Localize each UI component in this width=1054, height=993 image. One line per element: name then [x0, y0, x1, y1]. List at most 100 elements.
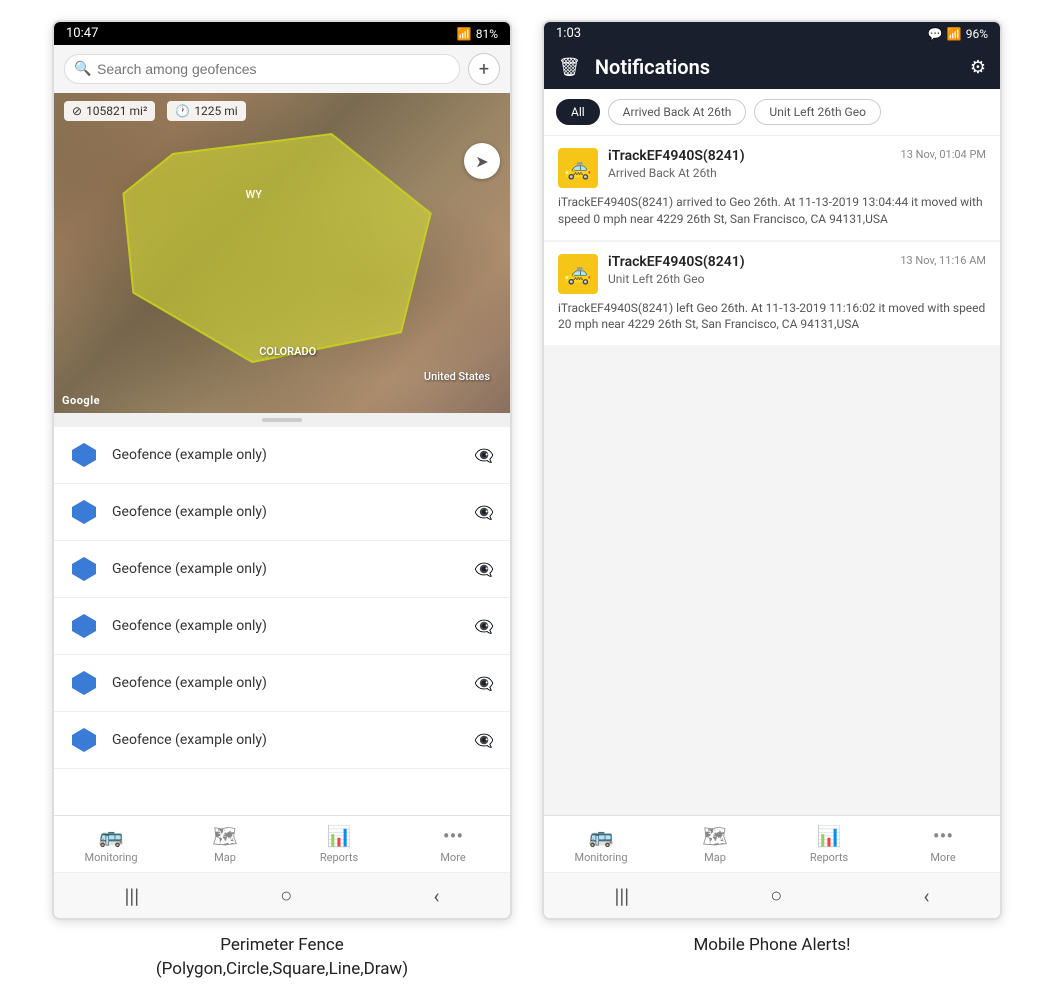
distance-icon: 🕐: [175, 104, 190, 118]
eye-icon-4[interactable]: 👁‍🗨: [474, 617, 494, 636]
car-avatar-1: 🚕: [558, 148, 598, 188]
notif-subtitle-1: Arrived Back At 26th: [608, 166, 986, 180]
right-map-icon: 🗺: [702, 824, 727, 848]
filter-tabs: All Arrived Back At 26th Unit Left 26th …: [544, 89, 1000, 136]
filter-arrived[interactable]: Arrived Back At 26th: [608, 99, 747, 125]
notifications-title: Notifications: [595, 55, 956, 79]
distance-value: 1225 mi: [194, 104, 237, 118]
right-home-bar-back[interactable]: ‹: [923, 884, 929, 908]
geofence-item-5[interactable]: Geofence (example only) 👁‍🗨: [54, 655, 510, 712]
monitoring-icon: 🚌: [99, 824, 124, 848]
right-map-label: Map: [704, 851, 726, 864]
wifi-icon: 📶: [457, 27, 472, 41]
geofence-icon-3: [70, 555, 98, 583]
left-home-bar: ||| ○ ‹: [54, 872, 510, 918]
eye-icon-6[interactable]: 👁‍🗨: [474, 731, 494, 750]
reports-label: Reports: [320, 851, 358, 864]
right-more-icon: •••: [933, 824, 953, 848]
geofence-icon-2: [70, 498, 98, 526]
notif-header-2: 🚕 iTrackEF4940S(8241) 13 Nov, 11:16 AM U…: [558, 254, 986, 294]
compass-button[interactable]: ➤: [464, 143, 500, 179]
right-nav-monitoring[interactable]: 🚌 Monitoring: [571, 824, 631, 864]
delete-icon[interactable]: 🗑: [558, 57, 581, 78]
eye-icon-5[interactable]: 👁‍🗨: [474, 674, 494, 693]
geofence-label-4: Geofence (example only): [112, 618, 460, 634]
right-time: 1:03: [556, 26, 581, 41]
empty-area: [544, 347, 1000, 547]
map-area[interactable]: ⊘ 105821 mi² 🕐 1225 mi ➤ WY COLORADO Uni…: [54, 93, 510, 413]
eye-icon-1[interactable]: 👁‍🗨: [474, 446, 494, 465]
geofence-icon-6: [70, 726, 98, 754]
notification-item-1[interactable]: 🚕 iTrackEF4940S(8241) 13 Nov, 01:04 PM A…: [544, 136, 1000, 240]
filter-all[interactable]: All: [556, 99, 600, 125]
distance-badge: 🕐 1225 mi: [167, 101, 245, 121]
wy-label: WY: [246, 188, 262, 201]
nav-reports[interactable]: 📊 Reports: [309, 824, 369, 864]
chat-icon: 💬: [928, 27, 943, 41]
right-phone-wrapper: 1:03 💬 📶 96% 🗑 Notifications ⚙ All Arriv…: [542, 20, 1002, 958]
search-icon: 🔍: [74, 61, 91, 77]
settings-icon[interactable]: ⚙: [970, 57, 986, 78]
geofence-list: Geofence (example only) 👁‍🗨 Geofence (ex…: [54, 427, 510, 815]
notif-subtitle-2: Unit Left 26th Geo: [608, 272, 986, 286]
right-home-bar: ||| ○ ‹: [544, 872, 1000, 918]
right-home-bar-menu[interactable]: |||: [615, 884, 630, 908]
right-phone: 1:03 💬 📶 96% 🗑 Notifications ⚙ All Arriv…: [542, 20, 1002, 920]
eye-icon-2[interactable]: 👁‍🗨: [474, 503, 494, 522]
map-label: Map: [214, 851, 236, 864]
geofence-item-6[interactable]: Geofence (example only) 👁‍🗨: [54, 712, 510, 769]
nav-monitoring[interactable]: 🚌 Monitoring: [81, 824, 141, 864]
notif-description-2: iTrackEF4940S(8241) left Geo 26th. At 11…: [558, 300, 986, 334]
search-bar-row: 🔍 +: [54, 45, 510, 93]
signal-icon: 📶: [947, 27, 962, 41]
right-nav-reports[interactable]: 📊 Reports: [799, 824, 859, 864]
add-button[interactable]: +: [468, 53, 500, 85]
timestamp-1: 13 Nov, 01:04 PM: [901, 148, 986, 161]
search-input[interactable]: [64, 54, 460, 84]
right-home-bar-circle[interactable]: ○: [770, 883, 782, 908]
geofence-label-2: Geofence (example only): [112, 504, 460, 520]
area-badge: ⊘ 105821 mi²: [64, 101, 155, 121]
right-monitoring-icon: 🚌: [589, 824, 614, 848]
map-info-overlay: ⊘ 105821 mi² 🕐 1225 mi: [64, 101, 246, 121]
device-name-2: iTrackEF4940S(8241): [608, 254, 745, 270]
right-more-label: More: [930, 851, 955, 864]
notif-header-1: 🚕 iTrackEF4940S(8241) 13 Nov, 01:04 PM A…: [558, 148, 986, 188]
geofence-item-4[interactable]: Geofence (example only) 👁‍🗨: [54, 598, 510, 655]
right-battery: 96%: [966, 27, 988, 41]
home-bar-menu[interactable]: |||: [125, 884, 140, 908]
filter-left[interactable]: Unit Left 26th Geo: [754, 99, 881, 125]
right-nav-map[interactable]: 🗺 Map: [685, 824, 745, 864]
left-phone: 10:47 📶 81% 🔍 +: [52, 20, 512, 920]
notif-description-1: iTrackEF4940S(8241) arrived to Geo 26th.…: [558, 194, 986, 228]
right-bottom-nav: 🚌 Monitoring 🗺 Map 📊 Reports ••• More: [544, 815, 1000, 872]
timestamp-2: 13 Nov, 11:16 AM: [900, 254, 986, 267]
left-bottom-nav: 🚌 Monitoring 🗺 Map 📊 Reports ••• More: [54, 815, 510, 872]
notif-body-1: iTrackEF4940S(8241) 13 Nov, 01:04 PM Arr…: [608, 148, 986, 180]
battery-text: 81%: [476, 27, 498, 41]
right-reports-label: Reports: [810, 851, 848, 864]
reports-icon: 📊: [327, 824, 352, 848]
map-icon: 🗺: [212, 824, 237, 848]
home-bar-back[interactable]: ‹: [433, 884, 439, 908]
google-logo: Google: [62, 394, 100, 407]
right-nav-more[interactable]: ••• More: [913, 824, 973, 864]
geofence-item-1[interactable]: Geofence (example only) 👁‍🗨: [54, 427, 510, 484]
right-status-icons: 💬 📶 96%: [928, 27, 988, 41]
geofence-polygon: [54, 93, 510, 413]
home-bar-circle[interactable]: ○: [280, 883, 292, 908]
nav-more[interactable]: ••• More: [423, 824, 483, 864]
us-label: United States: [424, 370, 490, 383]
scroll-bar: [262, 418, 302, 422]
left-caption-text: Perimeter Fence(Polygon,Circle,Square,Li…: [156, 935, 408, 979]
device-name-1: iTrackEF4940S(8241): [608, 148, 745, 164]
notification-item-2[interactable]: 🚕 iTrackEF4940S(8241) 13 Nov, 11:16 AM U…: [544, 242, 1000, 346]
geofence-item-2[interactable]: Geofence (example only) 👁‍🗨: [54, 484, 510, 541]
geofence-icon-5: [70, 669, 98, 697]
area-icon: ⊘: [72, 104, 82, 118]
geofence-label-3: Geofence (example only): [112, 561, 460, 577]
geofence-item-3[interactable]: Geofence (example only) 👁‍🗨: [54, 541, 510, 598]
nav-map[interactable]: 🗺 Map: [195, 824, 255, 864]
geofence-label-6: Geofence (example only): [112, 732, 460, 748]
eye-icon-3[interactable]: 👁‍🗨: [474, 560, 494, 579]
